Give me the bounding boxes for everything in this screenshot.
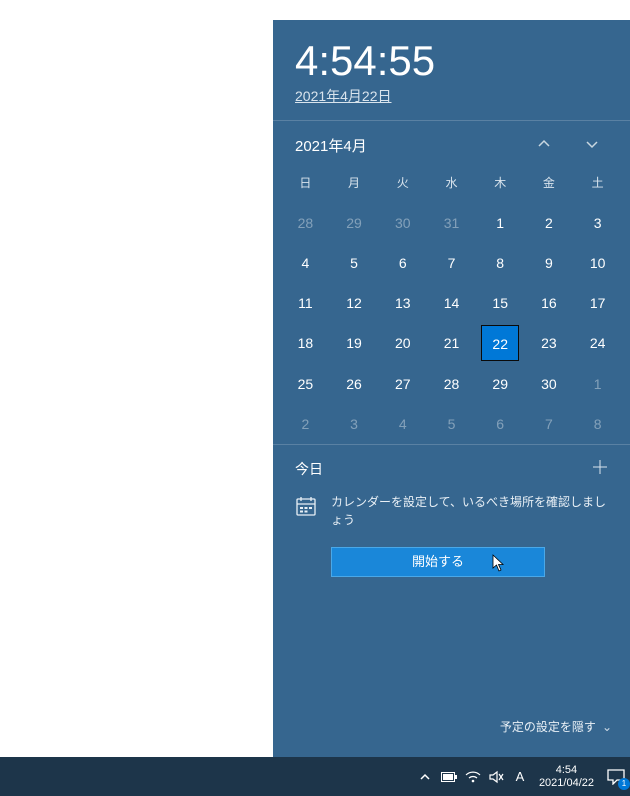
dow-header: 火 — [378, 168, 427, 203]
calendar-day[interactable]: 3 — [573, 203, 622, 243]
calendar-day[interactable]: 30 — [378, 203, 427, 243]
calendar-day[interactable]: 3 — [330, 404, 379, 444]
clock-calendar-flyout: 4:54:55 2021年4月22日 2021年4月 日月火水木金土282930… — [273, 20, 630, 757]
calendar-header: 2021年4月 — [273, 121, 630, 168]
calendar-day[interactable]: 9 — [525, 243, 574, 283]
calendar-day[interactable]: 7 — [427, 243, 476, 283]
calendar-day[interactable]: 19 — [330, 323, 379, 364]
calendar-day[interactable]: 24 — [573, 323, 622, 364]
prev-month-button[interactable] — [528, 137, 560, 154]
system-tray: A 4:54 2021/04/22 1 — [415, 764, 628, 789]
calendar-day[interactable]: 8 — [573, 404, 622, 444]
calendar-day[interactable]: 29 — [476, 364, 525, 404]
dow-header: 土 — [573, 168, 622, 203]
calendar-day[interactable]: 18 — [281, 323, 330, 364]
clock-section: 4:54:55 2021年4月22日 — [273, 20, 630, 120]
plus-icon — [592, 459, 608, 475]
calendar-day[interactable]: 17 — [573, 283, 622, 323]
battery-icon[interactable] — [439, 767, 459, 787]
calendar-day[interactable]: 2 — [525, 203, 574, 243]
calendar-day-today[interactable]: 22 — [476, 323, 525, 364]
cursor-icon — [492, 554, 506, 572]
month-label[interactable]: 2021年4月 — [295, 135, 512, 156]
calendar-day[interactable]: 4 — [281, 243, 330, 283]
events-prompt-text: カレンダーを設定して、いるべき場所を確認しましょう — [331, 493, 608, 529]
calendar-day[interactable]: 7 — [525, 404, 574, 444]
calendar-day[interactable]: 29 — [330, 203, 379, 243]
calendar-day[interactable]: 2 — [281, 404, 330, 444]
hide-agenda-button[interactable]: 予定の設定を隠す ⌄ — [500, 718, 612, 735]
taskbar-clock[interactable]: 4:54 2021/04/22 — [533, 764, 600, 789]
action-center-button[interactable]: 1 — [604, 766, 628, 788]
calendar-day[interactable]: 27 — [378, 364, 427, 404]
hide-agenda-label: 予定の設定を隠す — [500, 718, 596, 735]
tray-overflow-button[interactable] — [415, 767, 435, 787]
chevron-up-icon — [419, 771, 431, 783]
calendar-day[interactable]: 21 — [427, 323, 476, 364]
calendar-day[interactable]: 8 — [476, 243, 525, 283]
calendar-day[interactable]: 10 — [573, 243, 622, 283]
calendar-day[interactable]: 30 — [525, 364, 574, 404]
calendar-day[interactable]: 16 — [525, 283, 574, 323]
events-header: 今日 — [295, 459, 608, 479]
calendar-day[interactable]: 28 — [281, 203, 330, 243]
next-month-button[interactable] — [576, 137, 608, 154]
wifi-icon[interactable] — [463, 767, 483, 787]
dow-header: 木 — [476, 168, 525, 203]
calendar-day[interactable]: 25 — [281, 364, 330, 404]
calendar-day[interactable]: 4 — [378, 404, 427, 444]
start-button[interactable]: 開始する — [331, 547, 545, 577]
events-row: カレンダーを設定して、いるべき場所を確認しましょう — [295, 493, 608, 529]
calendar-day[interactable]: 1 — [476, 203, 525, 243]
chevron-down-icon — [585, 137, 599, 151]
calendar-day[interactable]: 28 — [427, 364, 476, 404]
events-section: 今日 カレンダーを設定して、いるべき場所を確認しましょう 開始する — [273, 444, 630, 585]
calendar-day[interactable]: 6 — [378, 243, 427, 283]
calendar-day[interactable]: 11 — [281, 283, 330, 323]
taskbar-time: 4:54 — [539, 764, 594, 777]
calendar-day[interactable]: 26 — [330, 364, 379, 404]
ime-indicator[interactable]: A — [511, 769, 529, 784]
calendar-day[interactable]: 5 — [330, 243, 379, 283]
start-button-label: 開始する — [412, 554, 464, 569]
taskbar: A 4:54 2021/04/22 1 — [0, 757, 630, 796]
calendar-day[interactable]: 31 — [427, 203, 476, 243]
dow-header: 水 — [427, 168, 476, 203]
add-event-button[interactable] — [592, 459, 608, 479]
notification-badge: 1 — [618, 778, 630, 790]
calendar-day[interactable]: 6 — [476, 404, 525, 444]
calendar-day[interactable]: 20 — [378, 323, 427, 364]
calendar-day[interactable]: 5 — [427, 404, 476, 444]
chevron-up-icon — [537, 137, 551, 151]
clock-date-link[interactable]: 2021年4月22日 — [295, 88, 392, 104]
dow-header: 月 — [330, 168, 379, 203]
calendar-day[interactable]: 15 — [476, 283, 525, 323]
calendar-day[interactable]: 12 — [330, 283, 379, 323]
volume-icon[interactable] — [487, 767, 507, 787]
calendar-grid: 日月火水木金土282930311234567891011121314151617… — [273, 168, 630, 444]
clock-time: 4:54:55 — [295, 40, 608, 82]
today-label: 今日 — [295, 459, 323, 479]
calendar-day[interactable]: 14 — [427, 283, 476, 323]
calendar-day[interactable]: 23 — [525, 323, 574, 364]
calendar-icon — [295, 495, 317, 517]
taskbar-date: 2021/04/22 — [539, 777, 594, 790]
dow-header: 日 — [281, 168, 330, 203]
calendar-day[interactable]: 1 — [573, 364, 622, 404]
calendar-day[interactable]: 13 — [378, 283, 427, 323]
dow-header: 金 — [525, 168, 574, 203]
chevron-down-icon: ⌄ — [602, 720, 612, 734]
